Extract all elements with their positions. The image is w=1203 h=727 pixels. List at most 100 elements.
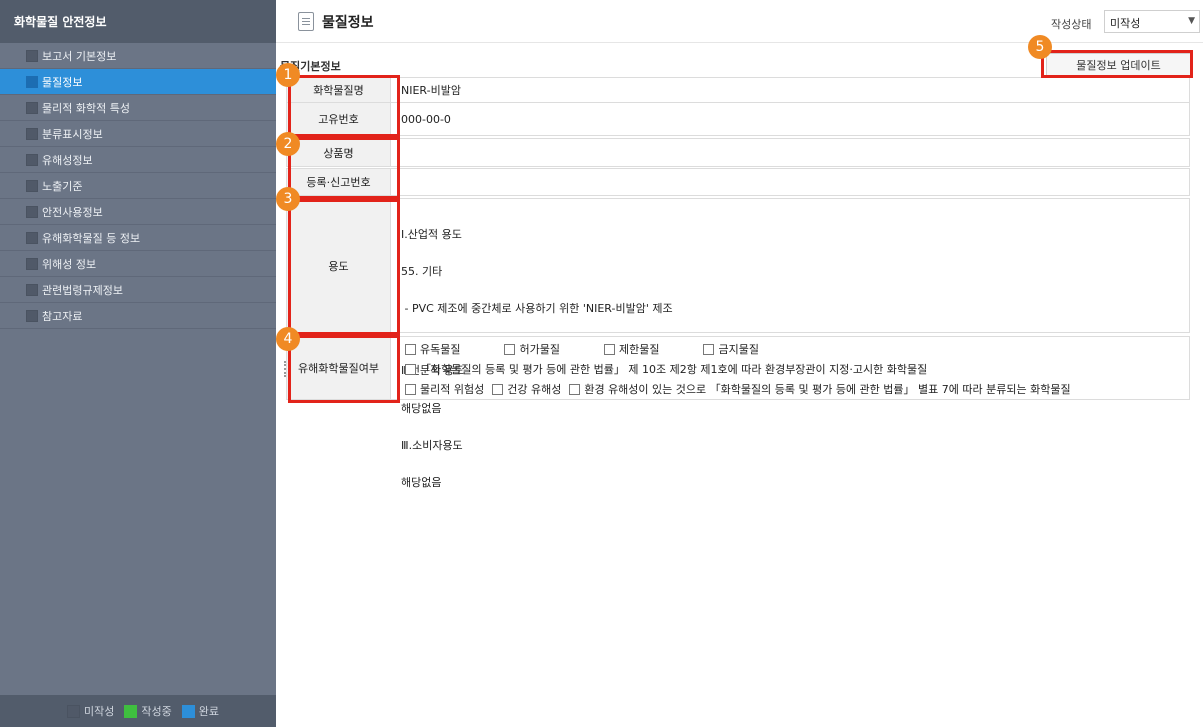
highlight-box-3 [288,199,400,335]
checkbox-label: 제한물질 [618,343,660,356]
hazardous-line-2: 「화학물질의 등록 및 평가 등에 관한 법률」 제 10조 제2항 제1호에 … [405,359,1189,379]
usage-line: - PVC 제조에 중간체로 사용하기 위한 'NIER-비발암' 제조 [401,302,673,316]
checkbox-physical-hazard[interactable]: 물리적 위험성 [405,381,484,397]
sidebar-item-exposure[interactable]: 노출기준 [0,173,276,199]
sidebar-item-risk[interactable]: 위해성 정보 [0,251,276,277]
chevron-down-icon: ▼ [1188,16,1195,26]
resize-grip-icon[interactable] [284,361,287,377]
checkbox-icon [703,343,715,355]
row-registration-number: 등록·신고번호 [286,168,1190,196]
sidebar-item-label: 위해성 정보 [42,257,97,271]
in-progress-swatch-icon [124,704,138,718]
annotation-badge-2: 2 [276,132,300,156]
app-window: 화학물질 안전정보 보고서 기본정보 물질정보 물리적 화학적 특성 분류표시정… [0,0,1203,727]
sidebar-item-label: 유해성정보 [42,153,93,167]
chemical-name-value: NIER-비발암 [401,84,461,97]
usage-value: Ⅰ.산업적 용도 55. 기타 - PVC 제조에 중간체로 사용하기 위한 '… [401,199,1189,489]
sidebar-item-label: 보고서 기본정보 [42,49,117,63]
checkbox-toxic[interactable]: 유독물질 [405,341,460,357]
sidebar-item-references[interactable]: 참고자료 [0,303,276,329]
row-product-name: 상품명 [286,138,1190,167]
checkbox-label: 유독물질 [420,343,461,356]
status-square-icon [26,49,38,62]
annotation-badge-4: 4 [276,327,300,351]
row-unique-number: 고유번호 000-00-0 [286,103,1190,136]
status-square-icon [26,309,38,322]
annotation-badge-1: 1 [276,63,300,87]
sidebar-item-label: 물리적 화학적 특성 [42,101,130,115]
status-square-icon [26,257,38,270]
sidebar-item-hazardous-chemical[interactable]: 유해화학물질 등 정보 [0,225,276,251]
sidebar-item-label: 안전사용정보 [42,205,103,219]
hazardous-line-1: 유독물질 허가물질 제한물질 금지물질 [405,339,1189,359]
highlight-box-5 [1041,50,1193,78]
status-square-icon [26,205,38,218]
sidebar-title: 화학물질 안전정보 [0,0,276,43]
checkbox-label: 허가물질 [519,343,560,356]
status-select[interactable]: 미작성 ▼ [1104,10,1200,33]
sidebar-item-physchem[interactable]: 물리적 화학적 특성 [0,95,276,121]
sidebar-item-label: 유해화학물질 등 정보 [42,231,141,245]
sidebar-item-safe-use[interactable]: 안전사용정보 [0,199,276,225]
row-usage: 용도 Ⅰ.산업적 용도 55. 기타 - PVC 제조에 중간체로 사용하기 위… [286,198,1190,489]
usage-line: 해당없음 [401,401,442,415]
not-written-swatch-icon [67,704,80,718]
checkbox-icon [504,343,516,355]
checkbox-icon [405,383,416,395]
sidebar-item-label: 물질정보 [42,75,83,89]
row-hazardous: 유해화학물질여부 유독물질 허가물질 제한물질 금지물질 「화학물질의 등록 및… [284,336,1190,400]
status-square-icon [26,75,38,88]
checkbox-label: 「화학물질의 등록 및 평가 등에 관한 법률」 제 10조 제2항 제1호에 … [420,363,928,376]
checkbox-label: 물리적 위험성 [420,383,485,396]
legend-complete: 완료 [198,705,219,718]
sidebar-item-label: 노출기준 [42,179,83,193]
page-title: 물질정보 [322,15,374,31]
checkbox-label: 건강 유해성 [507,383,562,396]
sidebar-item-classification[interactable]: 분류표시정보 [0,121,276,147]
main-panel: 물질정보 작성상태 미작성 ▼ 물질기본정보 물질정보 업데이트 화학물질명 NI… [276,0,1203,727]
top-bar: 물질정보 작성상태 미작성 ▼ [276,0,1203,43]
complete-swatch-icon [181,704,195,718]
status-square-icon [26,283,38,296]
checkbox-icon [492,383,504,395]
registration-number-value [401,169,1189,195]
usage-line: 55. 기타 [401,265,443,279]
highlight-box-4 [288,335,400,403]
status-square-icon [26,153,38,166]
legend-not-written: 미작성 [84,705,115,718]
checkbox-restricted[interactable]: 제한물질 [603,341,660,357]
row-chemical-name: 화학물질명 NIER-비발암 [286,77,1190,103]
hazardous-options: 유독물질 허가물질 제한물질 금지물질 「화학물질의 등록 및 평가 등에 관한… [405,337,1189,399]
checkbox-permitted[interactable]: 허가물질 [504,341,560,357]
checkbox-designated[interactable]: 「화학물질의 등록 및 평가 등에 관한 법률」 제 10조 제2항 제1호에 … [405,361,927,377]
status-square-icon [26,179,38,192]
checkbox-icon [405,343,416,355]
sidebar: 화학물질 안전정보 보고서 기본정보 물질정보 물리적 화학적 특성 분류표시정… [0,0,276,727]
checkbox-label: 금지물질 [718,343,759,356]
status-square-icon [26,231,38,244]
highlight-box-2 [288,137,400,199]
unique-number-value: 000-00-0 [401,112,451,126]
checkbox-icon [405,363,416,375]
usage-line: Ⅰ.산업적 용도 [401,227,462,241]
legend-in-progress: 작성중 [141,705,172,718]
checkbox-icon [569,383,581,395]
annotation-badge-3: 3 [276,187,300,211]
checkbox-environmental-hazard[interactable]: 환경 유해성이 있는 것으로 「화학물질의 등록 및 평가 등에 관한 법률」 … [569,381,1071,397]
status-square-icon [26,101,38,114]
sidebar-item-substance-info[interactable]: 물질정보 [0,69,276,95]
checkbox-prohibited[interactable]: 금지물질 [703,341,759,357]
product-name-value [401,139,1189,166]
usage-line: Ⅲ.소비자용도 [401,438,463,452]
checkbox-health-hazard[interactable]: 건강 유해성 [492,381,561,397]
sidebar-item-regulation[interactable]: 관련법령규제정보 [0,277,276,303]
status-label: 작성상태 [1051,18,1092,31]
sidebar-item-report-basic[interactable]: 보고서 기본정보 [0,43,276,69]
sidebar-item-label: 분류표시정보 [42,127,103,141]
checkbox-label: 환경 유해성이 있는 것으로 「화학물질의 등록 및 평가 등에 관한 법률」 … [584,383,1071,396]
usage-line: 해당없음 [401,475,442,489]
sidebar-item-label: 참고자료 [42,309,83,323]
annotation-badge-5: 5 [1028,35,1052,59]
sidebar-item-label: 관련법령규제정보 [42,283,123,297]
sidebar-item-hazard[interactable]: 유해성정보 [0,147,276,173]
